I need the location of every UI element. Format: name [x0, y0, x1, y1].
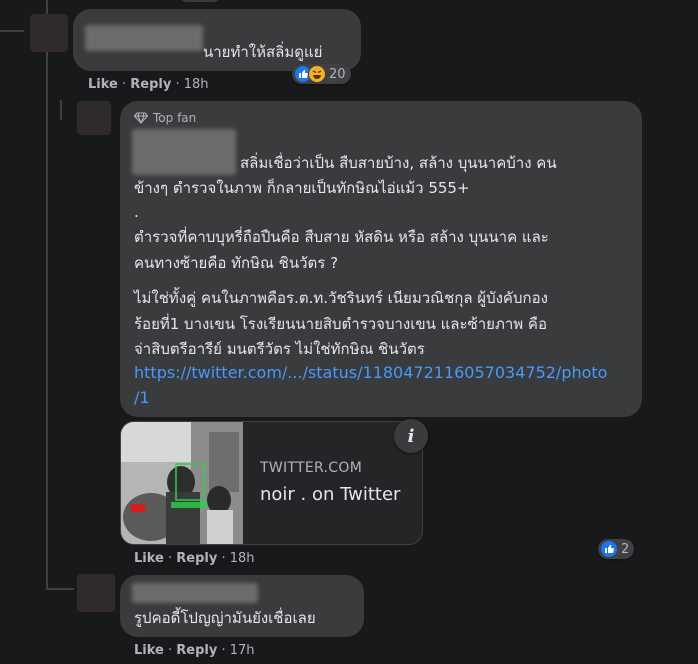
reply-link[interactable]: Reply — [176, 643, 217, 658]
separator: · — [163, 551, 177, 566]
comment-actions: Like · Reply · 18h — [134, 551, 255, 566]
comment-text-line: จ่าสิบตรีอารีย์ มนตรีวัตร ไม่ใช่ทักษิณ ช… — [134, 340, 425, 358]
comment-text-line: คนทางซ้ายคือ ทักษิณ ชินวัตร ? — [134, 254, 339, 272]
timestamp[interactable]: 18h — [230, 551, 255, 566]
like-icon — [600, 540, 618, 558]
twitter-link-continued[interactable]: /1 — [134, 386, 150, 410]
link-preview-card[interactable]: TWITTER.COM noir . on Twitter — [120, 421, 423, 545]
separator: · — [163, 643, 177, 658]
thread-connector-top — [0, 30, 24, 32]
redacted-author-name[interactable] — [132, 129, 236, 175]
comment-bubble: รูปคอดี้โปญญ่ามันยังเชื่อเลย — [120, 575, 364, 637]
comment-text-line: ตำรวจที่คาบบุหรี่ถือปืนคือ สืบสาย หัสดิน… — [134, 228, 549, 246]
reaction-summary[interactable]: 20 — [292, 64, 351, 84]
separator: · — [171, 77, 184, 92]
diamond-icon — [134, 112, 148, 124]
comment-text-line: ร้อยที่1 บางเขน โรงเรียนนายสิบตำรวจบางเข… — [134, 315, 547, 333]
separator: · — [117, 77, 131, 92]
preview-title: noir . on Twitter — [260, 484, 401, 505]
reaction-summary[interactable]: 2 — [598, 539, 635, 559]
info-button[interactable]: i — [394, 419, 428, 453]
reply-link[interactable]: Reply — [176, 551, 217, 566]
info-icon: i — [407, 425, 415, 447]
reaction-count: 20 — [329, 66, 346, 82]
separator: · — [217, 551, 230, 566]
thread-connector-reply1 — [60, 100, 62, 120]
like-link[interactable]: Like — [134, 551, 164, 566]
thread-line-main — [46, 0, 48, 590]
comment-text: รูปคอดี้โปญญ่ามันยังเชื่อเลย — [134, 609, 316, 627]
comment-actions: Like · Reply · 17h — [134, 643, 255, 658]
twitter-link[interactable]: https://twitter.com/.../status/118047211… — [134, 361, 607, 385]
like-link[interactable]: Like — [88, 77, 118, 92]
comment-text-line: ข้างๆ ตำรวจในภาพ ก็กลายเป็นทักษิณไอ่แม้ว… — [134, 179, 470, 197]
avatar[interactable] — [30, 14, 68, 52]
top-fan-badge[interactable]: Top fan — [134, 111, 196, 125]
comment-text: นายทำให้สลิ่มดูแย่ — [203, 43, 323, 61]
comment-text-line: ไม่ใช่ทั้งคู่ คนในภาพคือร.ต.ท.วัชรินทร์ … — [134, 289, 548, 307]
preview-domain: TWITTER.COM — [260, 460, 363, 476]
timestamp[interactable]: 17h — [230, 643, 255, 658]
badge-label: Top fan — [153, 111, 197, 125]
like-link[interactable]: Like — [134, 643, 164, 658]
comment-text-line: . — [134, 203, 139, 221]
cropped-comment-remnant — [180, 0, 220, 2]
haha-icon — [308, 65, 326, 83]
redacted-author-name[interactable] — [132, 583, 258, 603]
separator: · — [217, 643, 230, 658]
preview-thumbnail[interactable] — [121, 422, 243, 544]
comment-bubble: นายทำให้สลิ่มดูแย่ — [73, 9, 361, 71]
comment-actions: Like · Reply · 18h — [88, 77, 209, 92]
comment-text-line: สลิ่มเชื่อว่าเป็น สืบสายบ้าง, สล้าง บุนน… — [240, 154, 557, 172]
avatar[interactable] — [77, 101, 111, 135]
thread-connector-reply2 — [48, 588, 74, 590]
redacted-author-name[interactable] — [85, 25, 203, 51]
reply-link[interactable]: Reply — [130, 77, 171, 92]
comment-bubble: Top fan สลิ่มเชื่อว่าเป็น สืบสายบ้าง, สล… — [120, 101, 642, 417]
avatar[interactable] — [77, 574, 115, 612]
reaction-count: 2 — [621, 541, 630, 557]
timestamp[interactable]: 18h — [184, 77, 209, 92]
